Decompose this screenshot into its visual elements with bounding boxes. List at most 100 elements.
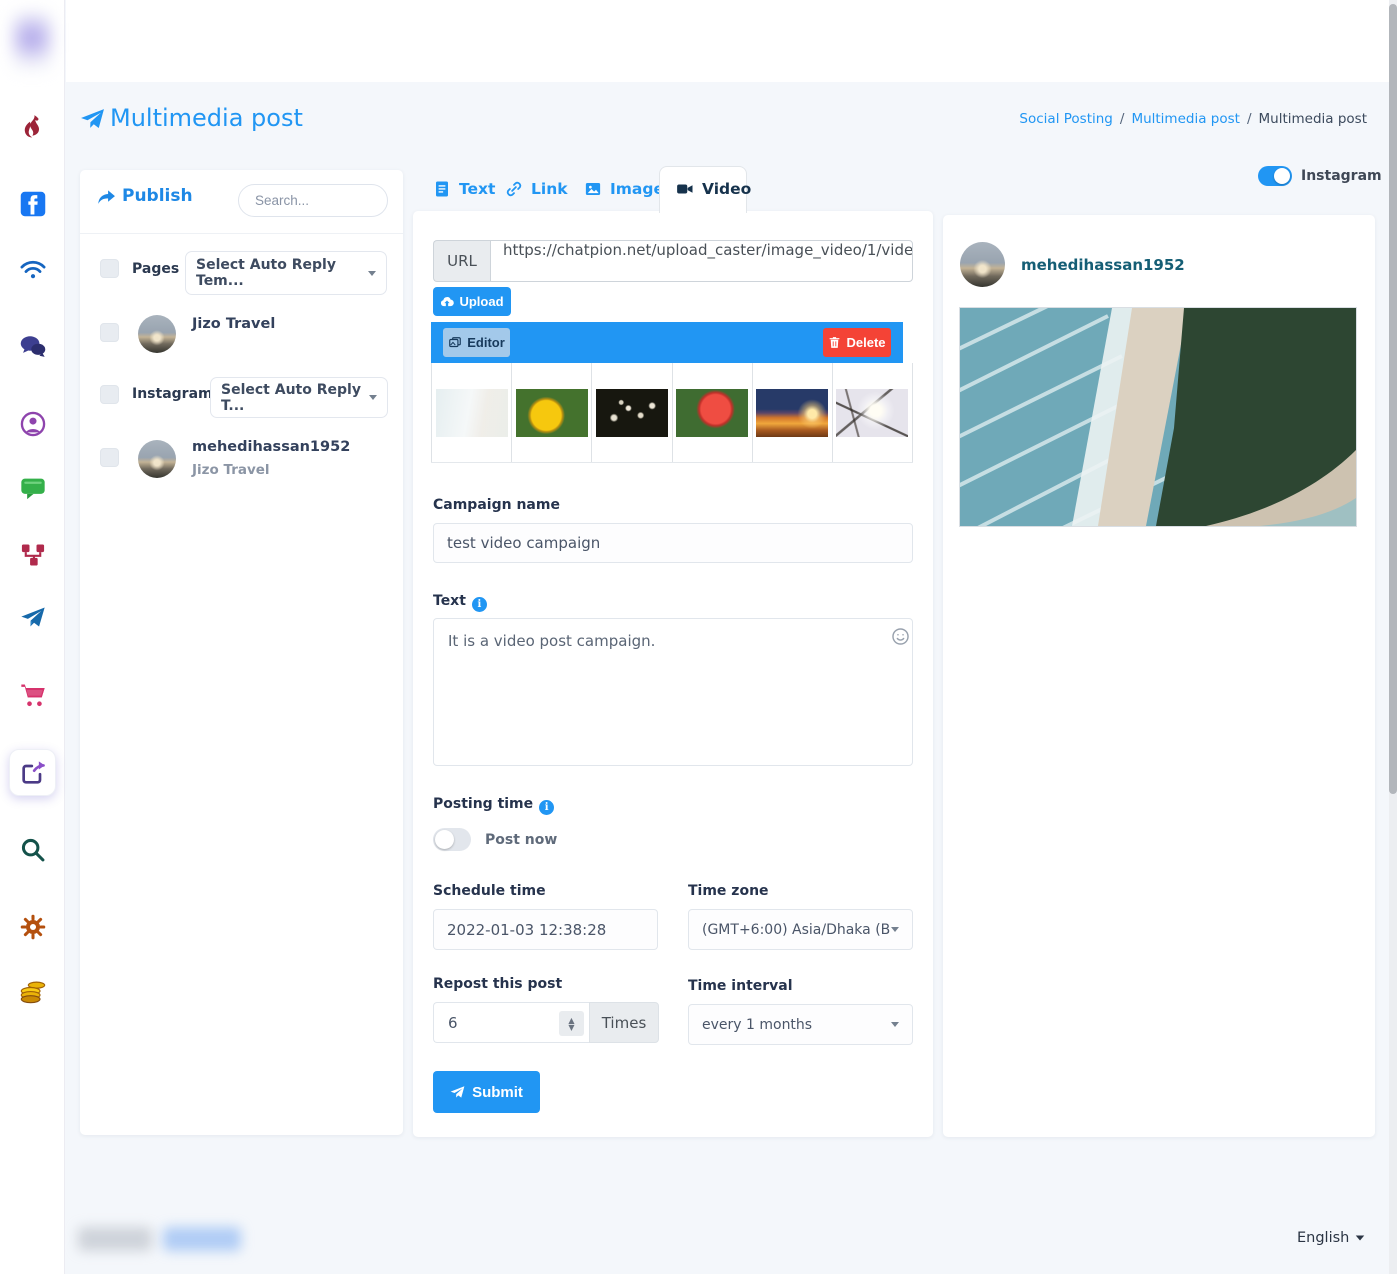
preview-avatar (960, 242, 1005, 287)
number-stepper[interactable]: ▲▼ (559, 1011, 584, 1036)
sidebar-item-chat[interactable] (18, 332, 48, 362)
search-icon (19, 836, 47, 864)
thumbnail-tree-sky[interactable] (833, 363, 913, 462)
sidebar-item-wifi[interactable] (18, 255, 48, 285)
page-account-checkbox[interactable] (100, 323, 119, 342)
breadcrumb: Social Posting/Multimedia post/Multimedi… (1019, 111, 1367, 127)
posting-time-label: Posting timei (433, 796, 554, 815)
delete-button[interactable]: Delete (823, 328, 891, 357)
breadcrumb-separator: / (1247, 111, 1252, 127)
post-text-textarea[interactable]: It is a video post campaign. (433, 618, 913, 766)
coins-icon (19, 977, 47, 1005)
cart-icon (19, 681, 47, 709)
instagram-toggle[interactable] (1258, 166, 1292, 186)
thumbnail-image-beach (436, 389, 508, 437)
user-icon (19, 410, 47, 438)
emoji-picker-icon[interactable] (891, 627, 910, 646)
chevron-down-icon (891, 1022, 899, 1027)
language-select[interactable]: English (1297, 1230, 1365, 1246)
tab-text[interactable]: Text (433, 166, 495, 212)
preview-account-name: mehedihassan1952 (1021, 256, 1185, 274)
campaign-name-label: Campaign name (433, 497, 560, 513)
trash-icon (828, 336, 841, 349)
time-zone-label: Time zone (688, 883, 769, 899)
sidebar-item-search[interactable] (18, 835, 48, 865)
telegram-icon (19, 604, 47, 632)
time-zone-select[interactable]: (GMT+6:00) Asia/Dhaka (Ba... (688, 909, 913, 950)
info-icon[interactable]: i (472, 597, 487, 612)
time-zone-value: (GMT+6:00) Asia/Dhaka (Ba... (702, 922, 891, 938)
thumbnail-blossoms[interactable] (592, 363, 672, 462)
thumbnail-beach-selected[interactable] (431, 363, 512, 462)
editor-button[interactable]: Editor (443, 328, 510, 357)
url-input[interactable]: https://chatpion.net/upload_caster/image… (490, 240, 913, 282)
instagram-auto-reply-value: Select Auto Reply T... (221, 382, 363, 414)
tab-image[interactable]: Image (584, 166, 664, 212)
thumbnail-yellow-flower[interactable] (512, 363, 592, 462)
breadcrumb-link-social-posting[interactable]: Social Posting (1019, 111, 1112, 127)
tab-image-label: Image (610, 180, 664, 198)
composer-card: URL https://chatpion.net/upload_caster/i… (413, 211, 933, 1137)
publish-button[interactable]: Publish (97, 186, 193, 206)
info-icon[interactable]: i (539, 800, 554, 815)
submit-button[interactable]: Submit (433, 1071, 540, 1113)
thumbnail-rose[interactable] (673, 363, 753, 462)
repost-label: Repost this post (433, 976, 562, 992)
instagram-account-name: mehedihassan1952 (192, 439, 350, 455)
upload-label: Upload (459, 294, 503, 309)
cloud-upload-icon (440, 295, 454, 309)
instagram-toggle-label: Instagram (1301, 168, 1382, 184)
language-value: English (1297, 1230, 1349, 1246)
breadcrumb-current: Multimedia post (1259, 111, 1368, 127)
sidebar-item-user[interactable] (18, 409, 48, 439)
page-scrollbar[interactable] (1389, 0, 1397, 1274)
upload-button[interactable]: Upload (433, 287, 511, 316)
delete-label: Delete (846, 335, 885, 350)
scrollbar-thumb[interactable] (1389, 4, 1397, 794)
schedule-time-input[interactable] (433, 909, 658, 950)
thumbnail-sunset[interactable] (753, 363, 833, 462)
tab-link[interactable]: Link (505, 166, 568, 212)
sidebar-item-coins[interactable] (18, 976, 48, 1006)
instagram-checkbox[interactable] (100, 385, 119, 404)
sidebar-item-flow[interactable] (18, 540, 48, 570)
breadcrumb-link-multimedia-post[interactable]: Multimedia post (1131, 111, 1240, 127)
instagram-toggle-wrap: Instagram (1258, 166, 1382, 186)
times-addon: Times (589, 1002, 659, 1043)
sidebar-item-settings[interactable] (18, 912, 48, 942)
post-now-label: Post now (485, 832, 557, 848)
sidebar-item-cart[interactable] (18, 680, 48, 710)
app-logo-blurred (11, 10, 53, 72)
sidebar-item-fire[interactable] (18, 113, 48, 143)
paper-plane-icon (80, 107, 105, 132)
instagram-account-sub: Jizo Travel (192, 462, 270, 478)
message-icon (19, 474, 47, 502)
repost-count-input[interactable]: 6 ▲▼ (433, 1002, 589, 1043)
time-interval-select[interactable]: every 1 months (688, 1004, 913, 1045)
sidebar-item-telegram[interactable] (18, 603, 48, 633)
chevron-down-icon (368, 271, 376, 276)
page-account-avatar (138, 315, 176, 353)
media-thumbnail-grid (431, 363, 913, 463)
blurred-footer-text (78, 1227, 152, 1251)
search-input[interactable] (238, 184, 388, 217)
pages-checkbox[interactable] (100, 259, 119, 278)
sidebar-item-share[interactable] (18, 758, 48, 788)
tab-video-active[interactable]: Video (676, 166, 751, 212)
publish-label: Publish (122, 186, 193, 206)
post-now-toggle[interactable] (433, 828, 471, 851)
thumbnail-image-sunset (756, 389, 828, 437)
text-label: Texti (433, 593, 487, 612)
thumbnail-image-tree-sky (836, 389, 908, 437)
url-input-group: URL https://chatpion.net/upload_caster/i… (433, 240, 913, 282)
sidebar-item-facebook[interactable] (18, 189, 48, 219)
editor-label: Editor (467, 335, 505, 350)
sidebar-item-message[interactable] (18, 473, 48, 503)
submit-label: Submit (472, 1084, 523, 1101)
pages-auto-reply-select[interactable]: Select Auto Reply Tem... (185, 251, 387, 295)
icon-rail (0, 0, 65, 1274)
instagram-auto-reply-select[interactable]: Select Auto Reply T... (210, 377, 388, 418)
instagram-account-checkbox[interactable] (100, 448, 119, 467)
media-toolbar: Editor Delete (431, 322, 903, 363)
campaign-name-input[interactable] (433, 523, 913, 563)
